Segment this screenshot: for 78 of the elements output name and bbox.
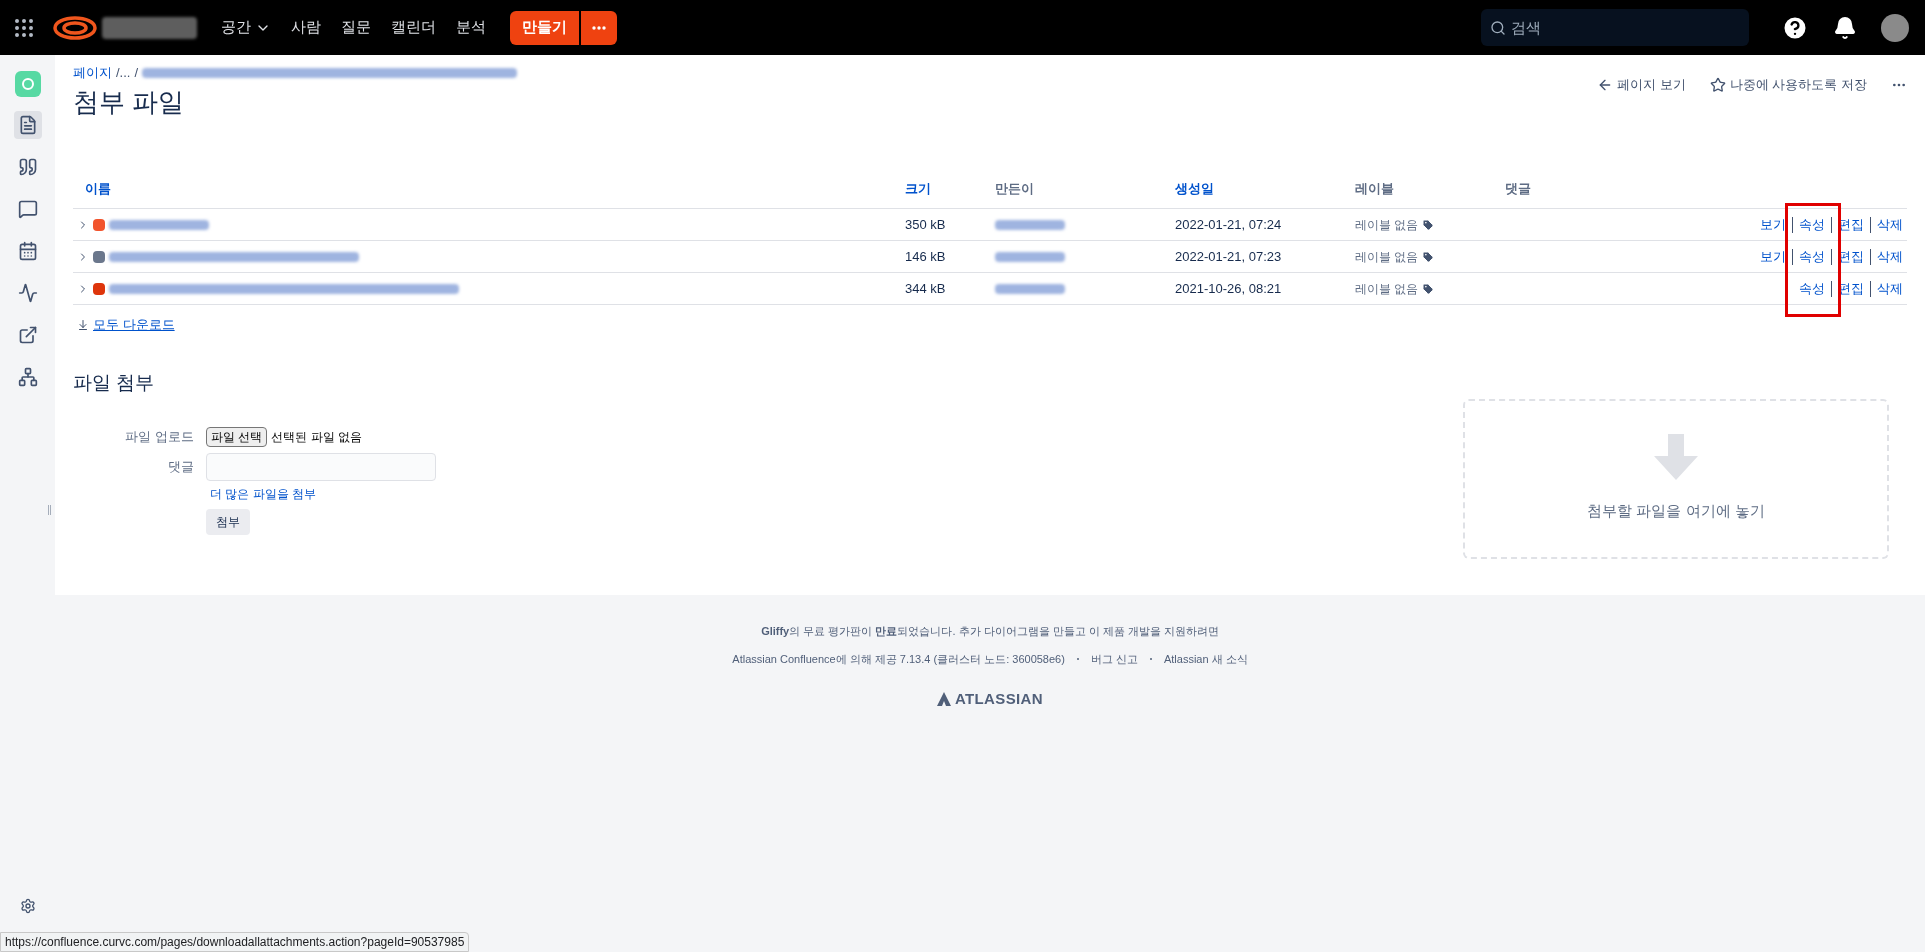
label-text: 레이블 없음 bbox=[1355, 248, 1419, 266]
row-action-link[interactable]: 삭제 bbox=[1877, 246, 1903, 267]
choose-file-button[interactable]: 파일 선택 bbox=[206, 427, 268, 447]
download-all-link[interactable]: 모두 다운로드 bbox=[77, 315, 175, 335]
tag-icon[interactable] bbox=[1422, 250, 1435, 263]
quote-icon bbox=[17, 157, 38, 177]
label-text: 레이블 없음 bbox=[1355, 216, 1419, 234]
brand-name: ATLASSIAN bbox=[954, 688, 1044, 709]
breadcrumb-separator: / bbox=[134, 64, 139, 82]
created-date: 2022-01-21, 07:24 bbox=[1175, 216, 1282, 232]
tag-icon[interactable] bbox=[1422, 218, 1435, 231]
blurred-creator-name bbox=[995, 283, 1065, 294]
drop-zone-text: 첨부할 파일을 여기에 놓기 bbox=[1587, 501, 1765, 522]
created-date: 2021-10-26, 08:21 bbox=[1175, 280, 1282, 296]
field-label: 파일 업로드 bbox=[124, 428, 194, 447]
nav-menu-item[interactable]: 캘린더 bbox=[391, 16, 436, 39]
nav-menu-item[interactable]: 질문 bbox=[341, 16, 371, 39]
search-field[interactable]: 검색 bbox=[1481, 9, 1749, 46]
blurred-creator-name bbox=[995, 219, 1065, 230]
file-size: 344 kB bbox=[905, 280, 946, 296]
row-action-link[interactable]: 속성 bbox=[1799, 246, 1825, 267]
more-create-button[interactable] bbox=[581, 10, 617, 45]
column-header: 레이블 bbox=[1355, 180, 1394, 196]
activity-icon bbox=[17, 283, 38, 303]
row-action-link[interactable]: 속성 bbox=[1799, 278, 1825, 299]
attach-more-link[interactable]: 더 많은 파일을 첨부 bbox=[210, 485, 436, 503]
question-bubble-icon bbox=[17, 199, 38, 219]
row-action-link[interactable]: 속성 bbox=[1799, 214, 1825, 235]
save-for-later-link[interactable]: 나중에 사용하도록 저장 bbox=[1709, 75, 1867, 95]
nav-menu-item[interactable]: 사람 bbox=[291, 16, 321, 39]
resize-handle-icon[interactable] bbox=[48, 505, 51, 515]
row-action-link[interactable]: 보기 bbox=[1760, 246, 1786, 267]
column-header[interactable]: 크기 bbox=[905, 180, 931, 196]
column-header: 댓글 bbox=[1505, 180, 1531, 196]
avatar[interactable] bbox=[1881, 13, 1909, 42]
external-link-icon bbox=[17, 325, 38, 345]
file-size: 146 kB bbox=[905, 248, 946, 264]
file-size: 350 kB bbox=[905, 216, 946, 232]
nav-menu-item[interactable]: 공간 bbox=[221, 16, 271, 39]
row-action-link[interactable]: 삭제 bbox=[1877, 278, 1903, 299]
notification-bell-icon[interactable] bbox=[1833, 15, 1857, 40]
down-arrow-icon bbox=[1654, 434, 1698, 481]
create-button[interactable]: 만들기 bbox=[510, 10, 579, 45]
footer-link[interactable]: Atlassian 새 소식 bbox=[1163, 651, 1248, 668]
page-title: 첨부 파일 bbox=[73, 85, 186, 119]
no-file-text: 선택된 파일 없음 bbox=[271, 429, 362, 446]
status-url: https://confluence.curvc.com/pages/downloadallattachments.action?pageId=90537985 bbox=[0, 932, 470, 952]
sidebar-item[interactable] bbox=[13, 111, 42, 139]
atlassian-logo-icon bbox=[936, 691, 951, 706]
section-heading: 파일 첨부 bbox=[73, 370, 156, 395]
breadcrumb-separator: /... bbox=[116, 64, 131, 82]
row-action-link[interactable]: 삭제 bbox=[1877, 214, 1903, 235]
logo-icon[interactable] bbox=[52, 14, 98, 41]
tree-icon bbox=[17, 367, 38, 387]
attach-button[interactable]: 첨부 bbox=[206, 509, 250, 535]
blurred-creator-name bbox=[995, 251, 1065, 262]
column-header: 만든이 bbox=[995, 180, 1034, 196]
drop-zone[interactable]: 첨부할 파일을 여기에 놓기 bbox=[1463, 398, 1889, 559]
created-date: 2022-01-21, 07:23 bbox=[1175, 248, 1282, 264]
column-header[interactable]: 생성일 bbox=[1175, 180, 1214, 196]
column-header[interactable]: 이름 bbox=[85, 180, 111, 196]
row-action-link[interactable]: 보기 bbox=[1760, 214, 1786, 235]
settings-icon[interactable] bbox=[19, 898, 36, 914]
field-label: 댓글 bbox=[167, 458, 194, 477]
view-page-link[interactable]: 페이지 보기 bbox=[1597, 75, 1686, 95]
nav-menu-item[interactable]: 분석 bbox=[456, 16, 486, 39]
footer-link[interactable]: 버그 신고 bbox=[1090, 651, 1138, 668]
search-icon bbox=[1490, 20, 1506, 36]
tag-icon[interactable] bbox=[1422, 282, 1435, 295]
calendar-icon bbox=[17, 241, 38, 261]
breadcrumb-link[interactable]: 페이지 bbox=[73, 63, 112, 83]
gliffy-notice: Gliffy의 무료 평가판이 만료되었습니다. 추가 다이어그램을 만들고 이 제품 개발을 지원하려면 bbox=[761, 623, 1219, 639]
label-text: 레이블 없음 bbox=[1355, 280, 1419, 298]
ellipsis-icon bbox=[592, 25, 606, 30]
star-icon bbox=[1709, 76, 1726, 93]
comment-field[interactable] bbox=[206, 453, 436, 481]
download-icon bbox=[77, 318, 89, 331]
footer-link[interactable]: Atlassian Confluence에 의해 제공 7.13.4 (클러스터 노드: 360058e6) bbox=[732, 651, 1065, 668]
